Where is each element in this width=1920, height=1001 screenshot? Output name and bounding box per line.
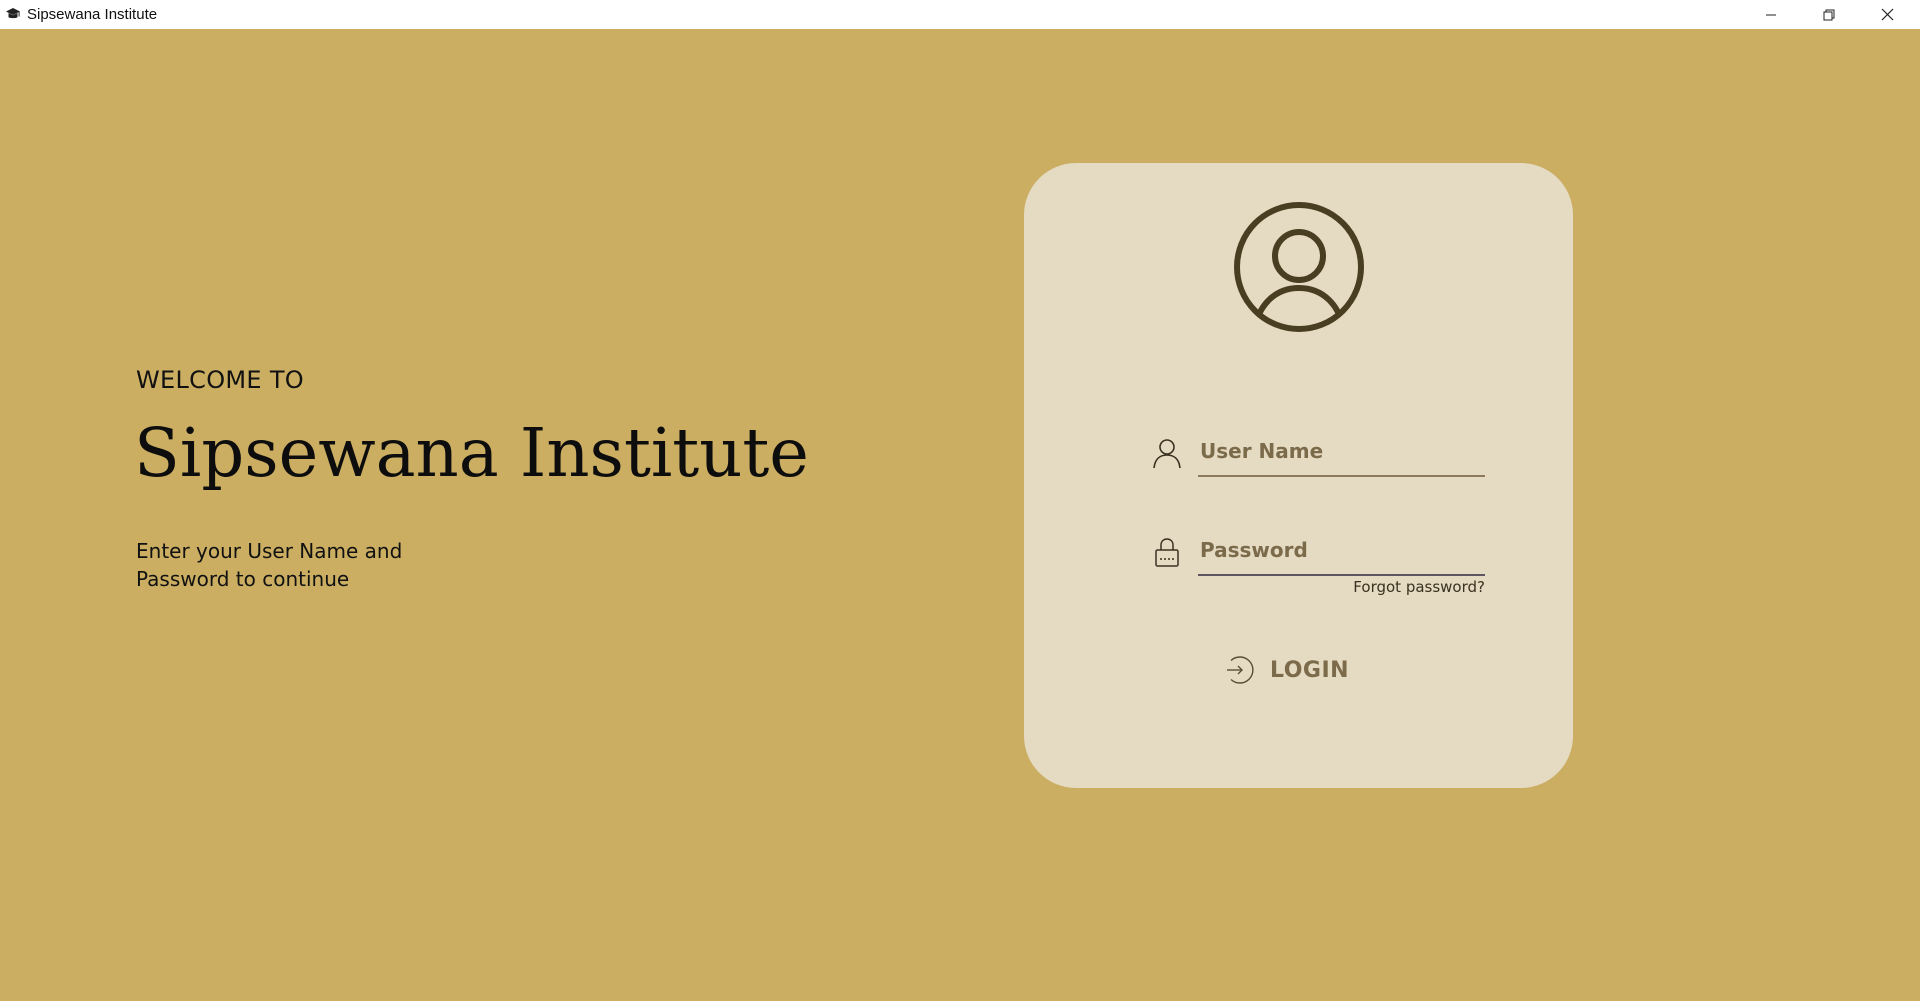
app-window: Sipsewana Institute WELCOME TO Sipsewana…: [0, 0, 1920, 1001]
password-underline: [1198, 574, 1485, 576]
username-input[interactable]: [1198, 429, 1485, 473]
brand-title: Sipsewana Institute: [134, 414, 809, 492]
login-button[interactable]: LOGIN: [1222, 648, 1352, 692]
login-card: Forgot password? LOGIN: [1024, 163, 1573, 788]
minimize-icon: [1766, 14, 1776, 15]
login-instructions: Enter your User Name and Password to con…: [136, 539, 403, 591]
welcome-label: WELCOME TO: [136, 366, 304, 394]
lock-icon: [1155, 538, 1179, 567]
user-circle-icon: [1234, 202, 1364, 332]
password-field: [1128, 528, 1485, 576]
close-icon: [1881, 8, 1893, 21]
close-button[interactable]: [1858, 0, 1916, 29]
graduation-cap-icon: [6, 8, 20, 19]
restore-button[interactable]: [1800, 0, 1858, 29]
forgot-password-link[interactable]: Forgot password?: [1324, 578, 1485, 596]
restore-icon: [1823, 9, 1835, 20]
user-icon: [1153, 439, 1181, 469]
username-underline: [1198, 475, 1485, 477]
login-label: LOGIN: [1270, 657, 1350, 683]
title-bar: Sipsewana Institute: [0, 0, 1920, 29]
login-arrow-icon: [1227, 656, 1254, 684]
password-input[interactable]: [1198, 528, 1485, 572]
window-title: Sipsewana Institute: [27, 6, 158, 23]
username-field: [1128, 429, 1485, 477]
minimize-button[interactable]: [1742, 0, 1800, 29]
